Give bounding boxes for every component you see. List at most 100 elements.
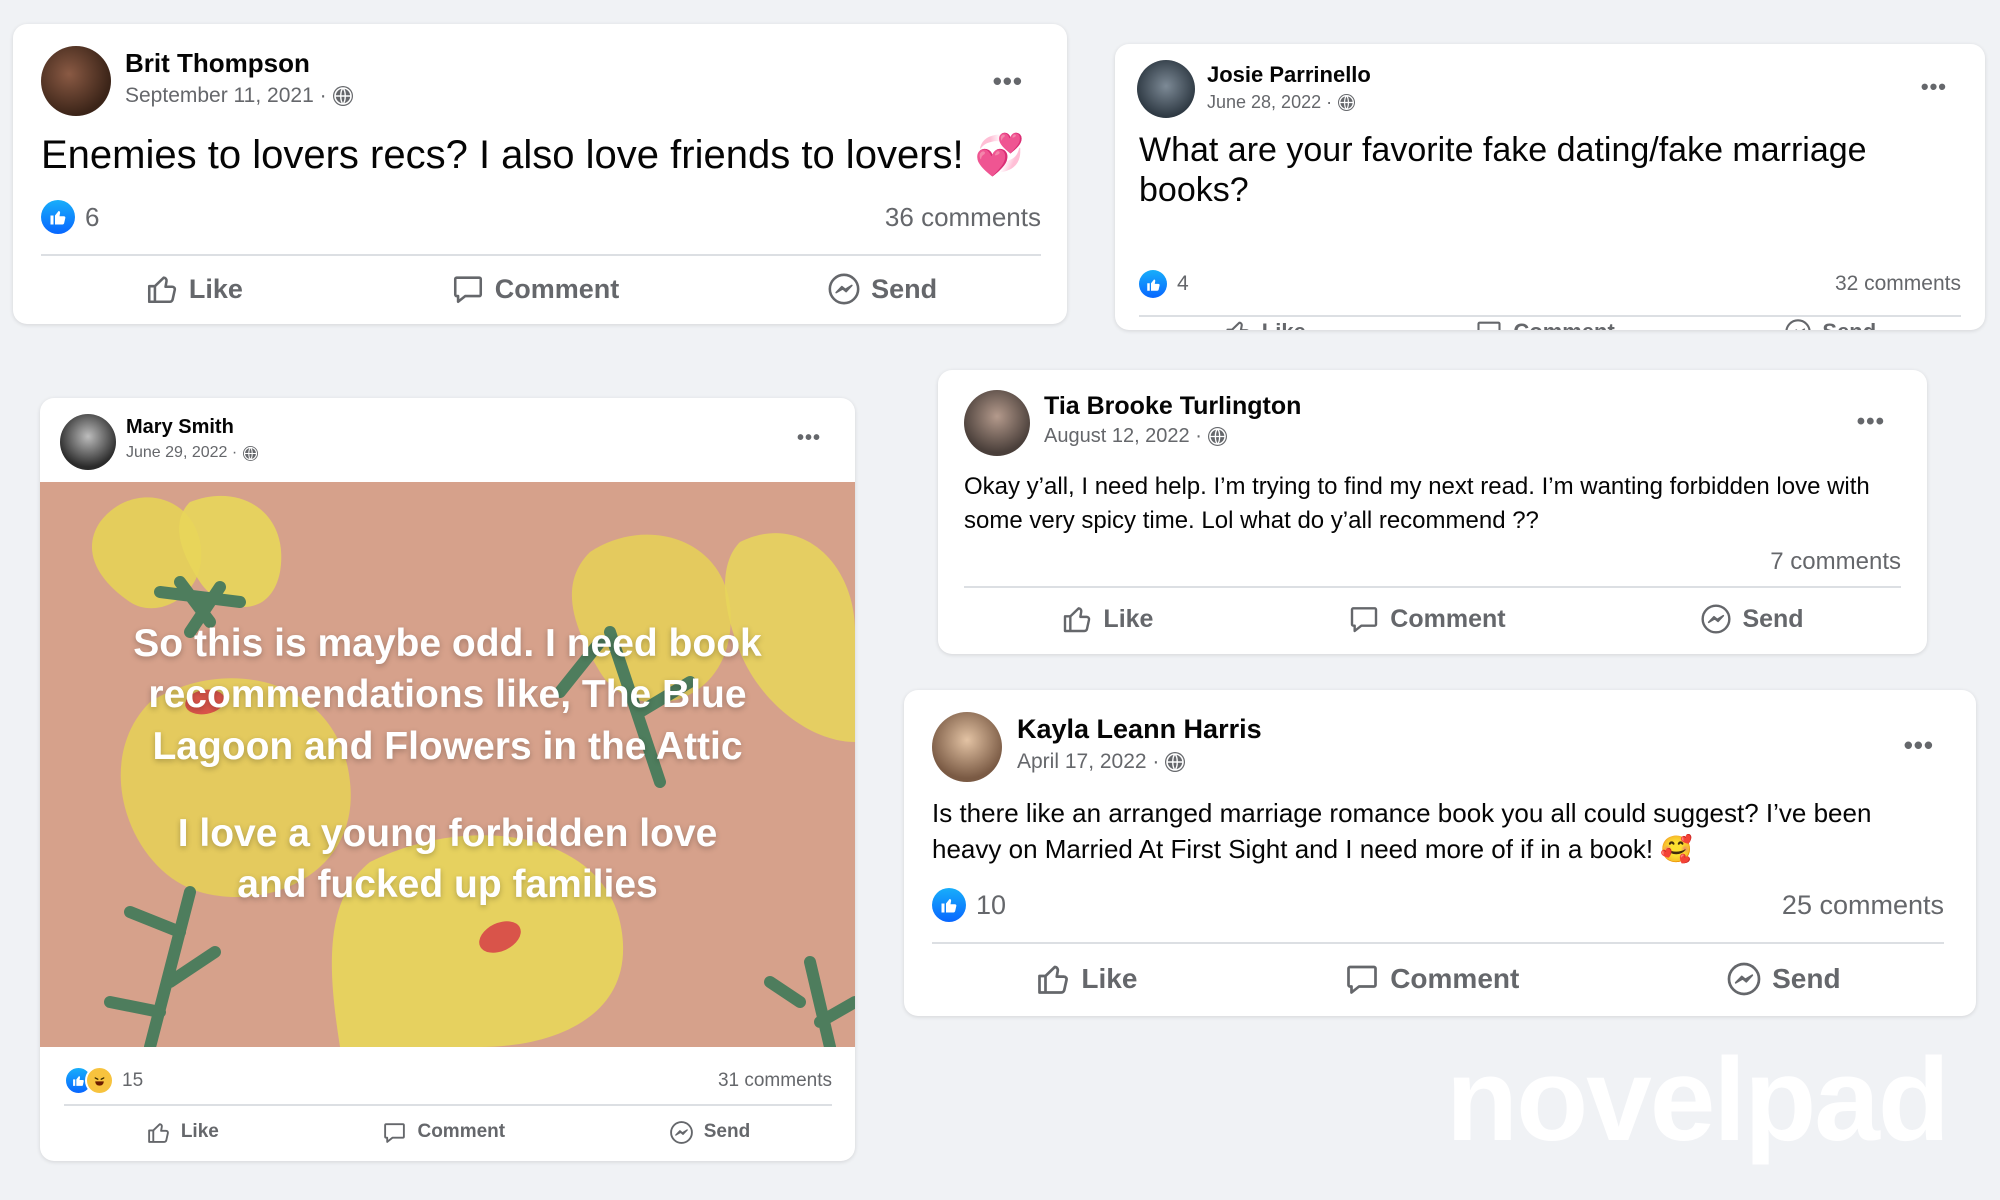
reaction-count[interactable]: 10 bbox=[976, 890, 1006, 921]
more-options-icon[interactable]: ••• bbox=[993, 68, 1023, 94]
post-meta: September 11, 2021 · bbox=[125, 84, 353, 108]
more-options-icon[interactable]: ••• bbox=[797, 428, 821, 448]
like-label: Like bbox=[188, 273, 243, 304]
avatar[interactable] bbox=[41, 46, 111, 116]
avatar[interactable] bbox=[1137, 60, 1195, 118]
send-button[interactable]: Send bbox=[1700, 603, 1804, 635]
comment-count[interactable]: 31 comments bbox=[718, 1070, 832, 1092]
author-name[interactable]: Josie Parrinello bbox=[1207, 62, 1371, 88]
comment-label: Comment bbox=[417, 1121, 506, 1142]
comment-icon bbox=[1477, 321, 1501, 330]
comment-button[interactable]: Comment bbox=[382, 1120, 505, 1145]
post-text: What are your favorite fake dating/fake … bbox=[1139, 131, 1867, 210]
novelpad-watermark: novelpad bbox=[1446, 1034, 1950, 1166]
comment-icon bbox=[453, 276, 482, 304]
send-messenger-icon bbox=[1727, 962, 1761, 996]
reaction-icons[interactable] bbox=[64, 1066, 114, 1095]
reaction-count[interactable]: 6 bbox=[85, 202, 99, 233]
post-text: Is there like an arranged marriage roman… bbox=[932, 798, 1872, 864]
author-name[interactable]: Brit Thompson bbox=[125, 48, 310, 79]
haha-reaction-icon bbox=[85, 1066, 114, 1095]
post-card-brit-thompson: Brit Thompson September 11, 2021 · ••• E… bbox=[13, 24, 1067, 324]
avatar[interactable] bbox=[964, 390, 1030, 456]
thumbs-up-reaction-icon[interactable] bbox=[932, 888, 966, 922]
like-label: Like bbox=[180, 1121, 219, 1142]
like-button[interactable]: Like bbox=[145, 272, 243, 306]
action-bar: Like Comment Send bbox=[964, 588, 1901, 650]
post-date[interactable]: April 17, 2022 · bbox=[1017, 750, 1159, 774]
avatar[interactable] bbox=[60, 414, 116, 470]
post-stats: 15 31 comments bbox=[64, 1066, 832, 1095]
post-card-tia-brooke-turlington: Tia Brooke Turlington August 12, 2022 · … bbox=[938, 370, 1927, 654]
globe-icon bbox=[1207, 427, 1227, 446]
image-caption-2: I love a young forbidden love and fucked… bbox=[177, 812, 718, 907]
comment-button[interactable]: Comment bbox=[1475, 318, 1615, 330]
post-text: Okay y’all, I need help. I’m trying to f… bbox=[964, 473, 1870, 534]
author-name[interactable]: Kayla Leann Harris bbox=[1017, 714, 1262, 745]
like-label: Like bbox=[1103, 604, 1154, 633]
send-label: Send bbox=[1822, 319, 1876, 330]
like-button[interactable]: Like bbox=[1061, 603, 1153, 635]
send-button[interactable]: Send bbox=[827, 272, 937, 306]
more-options-icon[interactable]: ••• bbox=[1921, 76, 1947, 98]
reaction-count[interactable]: 4 bbox=[1177, 272, 1189, 296]
more-options-icon[interactable]: ••• bbox=[1904, 732, 1934, 758]
comment-count[interactable]: 25 comments bbox=[1782, 890, 1944, 921]
like-button[interactable]: Like bbox=[146, 1120, 219, 1145]
send-label: Send bbox=[1742, 604, 1804, 633]
post-image[interactable]: So this is maybe odd. I need book recomm… bbox=[40, 482, 855, 1047]
comment-count[interactable]: 32 comments bbox=[1835, 272, 1961, 296]
globe-icon bbox=[332, 86, 353, 106]
globe-icon bbox=[1165, 752, 1186, 772]
like-icon bbox=[147, 276, 177, 304]
author-name[interactable]: Mary Smith bbox=[126, 416, 234, 439]
comment-button[interactable]: Comment bbox=[1348, 603, 1506, 635]
comment-icon bbox=[384, 1122, 406, 1143]
like-icon bbox=[1038, 965, 1069, 994]
action-bar: Like Comment Send bbox=[932, 944, 1944, 1014]
action-bar: Like Comment Send bbox=[1139, 304, 1961, 330]
post-stats: 6 36 comments bbox=[41, 200, 1041, 234]
action-bar: Like Comment Send bbox=[41, 256, 1041, 322]
post-meta: June 29, 2022 · bbox=[126, 444, 259, 462]
send-messenger-icon bbox=[1785, 319, 1811, 330]
avatar[interactable] bbox=[932, 712, 1002, 782]
comment-icon bbox=[1347, 965, 1378, 994]
post-meta: April 17, 2022 · bbox=[1017, 750, 1186, 774]
send-button[interactable]: Send bbox=[669, 1120, 750, 1145]
comment-button[interactable]: Comment bbox=[1344, 961, 1519, 997]
send-button[interactable]: Send bbox=[1784, 318, 1876, 330]
send-label: Send bbox=[871, 273, 938, 304]
send-messenger-icon bbox=[669, 1120, 693, 1144]
post-meta: August 12, 2022 · bbox=[1044, 425, 1227, 448]
globe-icon bbox=[1338, 94, 1356, 111]
thumbs-up-reaction-icon[interactable] bbox=[41, 200, 75, 234]
post-card-kayla-leann-harris: Kayla Leann Harris April 17, 2022 · ••• … bbox=[904, 690, 1976, 1016]
post-card-mary-smith: Mary Smith June 29, 2022 · ••• So this i… bbox=[40, 398, 855, 1161]
reaction-count[interactable]: 15 bbox=[122, 1070, 143, 1092]
like-icon bbox=[1064, 607, 1091, 633]
post-date[interactable]: June 28, 2022 · bbox=[1207, 92, 1332, 113]
post-stats: 7 comments bbox=[964, 548, 1901, 576]
post-stats: 4 32 comments bbox=[1139, 270, 1961, 298]
post-date[interactable]: August 12, 2022 · bbox=[1044, 425, 1202, 448]
post-date[interactable]: June 29, 2022 · bbox=[126, 444, 237, 462]
post-date[interactable]: September 11, 2021 · bbox=[125, 84, 327, 108]
send-button[interactable]: Send bbox=[1726, 961, 1841, 997]
thumbs-up-reaction-icon[interactable] bbox=[1139, 270, 1167, 298]
post-meta: June 28, 2022 · bbox=[1207, 92, 1356, 113]
comment-count[interactable]: 7 comments bbox=[1770, 548, 1901, 576]
comment-label: Comment bbox=[1390, 963, 1520, 994]
author-name[interactable]: Tia Brooke Turlington bbox=[1044, 392, 1301, 421]
comment-button[interactable]: Comment bbox=[451, 272, 619, 306]
like-button[interactable]: Like bbox=[1224, 318, 1306, 330]
more-options-icon[interactable]: ••• bbox=[1857, 410, 1885, 434]
like-icon bbox=[148, 1122, 169, 1143]
comment-label: Comment bbox=[1513, 319, 1614, 330]
comment-count[interactable]: 36 comments bbox=[885, 202, 1041, 233]
send-messenger-icon bbox=[828, 273, 860, 305]
like-button[interactable]: Like bbox=[1035, 961, 1137, 997]
send-label: Send bbox=[1772, 963, 1841, 994]
post-card-josie-parrinello: Josie Parrinello June 28, 2022 · ••• Wha… bbox=[1115, 44, 1985, 330]
like-label: Like bbox=[1262, 319, 1306, 330]
